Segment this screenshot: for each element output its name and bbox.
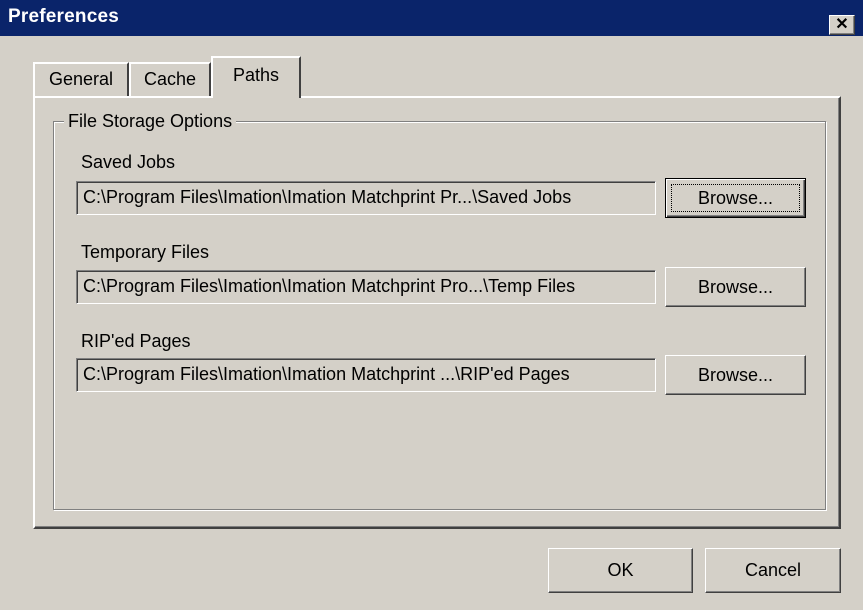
riped-pages-label: RIP'ed Pages xyxy=(81,331,191,351)
ok-button[interactable]: OK xyxy=(548,548,693,593)
tab-cache[interactable]: Cache xyxy=(129,62,211,96)
riped-pages-browse-button[interactable]: Browse... xyxy=(665,355,806,395)
riped-pages-path-field[interactable]: C:\Program Files\Imation\Imation Matchpr… xyxy=(76,358,656,392)
tab-paths-label: Paths xyxy=(232,65,280,85)
temporary-files-browse-button[interactable]: Browse... xyxy=(665,267,806,307)
temporary-files-path-field[interactable]: C:\Program Files\Imation\Imation Matchpr… xyxy=(76,270,656,304)
saved-jobs-browse-button[interactable]: Browse... xyxy=(665,178,806,218)
tab-general-label: General xyxy=(48,69,114,89)
tab-panel-gap xyxy=(213,96,299,99)
tab-paths[interactable]: Paths xyxy=(211,56,301,98)
cancel-button-label: Cancel xyxy=(744,560,802,580)
ok-button-label: OK xyxy=(607,560,634,580)
cancel-button[interactable]: Cancel xyxy=(705,548,841,593)
group-legend: File Storage Options xyxy=(64,111,237,132)
title-bar[interactable]: Preferences ✕ xyxy=(0,0,863,36)
temporary-files-label: Temporary Files xyxy=(81,242,210,262)
temporary-files-browse-label: Browse... xyxy=(697,277,774,297)
close-icon: ✕ xyxy=(835,16,849,33)
tab-cache-label: Cache xyxy=(143,69,197,89)
window-title: Preferences xyxy=(8,6,119,27)
saved-jobs-path-field[interactable]: C:\Program Files\Imation\Imation Matchpr… xyxy=(76,181,656,215)
saved-jobs-label: Saved Jobs xyxy=(81,152,176,172)
riped-pages-browse-label: Browse... xyxy=(697,365,774,385)
saved-jobs-browse-label: Browse... xyxy=(697,188,774,208)
close-button[interactable]: ✕ xyxy=(829,15,855,35)
tab-general[interactable]: General xyxy=(33,62,129,96)
